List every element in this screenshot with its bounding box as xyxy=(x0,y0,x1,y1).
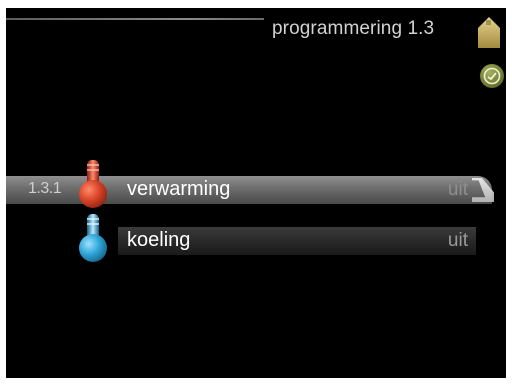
home-icon[interactable] xyxy=(475,14,503,50)
menu-item-label: koeling xyxy=(127,229,191,251)
page-title: programmering 1.3 xyxy=(272,18,435,39)
menu-item-code: 1.3.1 xyxy=(28,180,62,197)
blue-thermometer-icon xyxy=(79,214,107,262)
display-screen: programmering 1.3 1.3.1 verwarming uit k… xyxy=(6,8,506,378)
menu-item-value: uit xyxy=(447,179,468,200)
red-thermometer-icon xyxy=(79,160,107,208)
header-rule xyxy=(6,18,264,20)
menu-item-label: verwarming xyxy=(127,178,231,200)
clock-icon[interactable] xyxy=(479,63,505,89)
menu-item-value: uit xyxy=(447,230,468,251)
